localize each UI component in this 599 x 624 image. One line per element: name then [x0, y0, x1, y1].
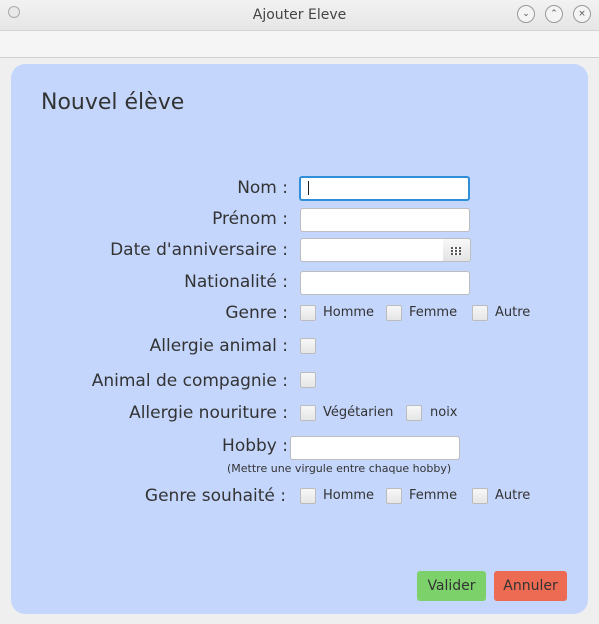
maximize-icon[interactable]: ⌃	[545, 5, 563, 23]
genre-souhaite-label: Genre souhaité :	[144, 486, 286, 506]
hobby-hint: (Mettre une virgule entre chaque hobby)	[227, 462, 452, 475]
title-bar: Ajouter Eleve ⌄ ⌃ ×	[0, 0, 599, 31]
genre-femme-label: Femme	[409, 305, 458, 320]
genre-femme-checkbox[interactable]	[386, 305, 402, 321]
souhaite-femme-checkbox[interactable]	[386, 488, 402, 504]
genre-homme-label: Homme	[323, 305, 375, 320]
text-caret	[308, 181, 309, 195]
souhaite-homme-checkbox[interactable]	[300, 488, 316, 504]
genre-label: Genre :	[225, 303, 288, 323]
allergie-animal-label: Allergie animal :	[149, 336, 288, 356]
page-title: Nouvel élève	[41, 90, 185, 115]
nationalite-label: Nationalité :	[184, 272, 288, 292]
genre-autre-label: Autre	[495, 305, 531, 320]
animal-compagnie-checkbox[interactable]	[300, 372, 316, 388]
annuler-button[interactable]: Annuler	[494, 571, 567, 601]
allergie-animal-checkbox[interactable]	[300, 338, 316, 354]
menu-bar	[0, 31, 599, 58]
prenom-input[interactable]	[300, 208, 470, 232]
souhaite-femme-label: Femme	[409, 488, 458, 503]
date-label: Date d'anniversaire :	[110, 240, 288, 260]
animal-compagnie-label: Animal de compagnie :	[91, 371, 288, 391]
date-picker-button[interactable]	[443, 238, 471, 262]
nationalite-input[interactable]	[300, 271, 470, 295]
nom-label: Nom :	[237, 178, 288, 198]
vegetarien-checkbox[interactable]	[300, 405, 316, 421]
date-input[interactable]	[300, 238, 444, 262]
minimize-icon[interactable]: ⌄	[517, 5, 535, 23]
prenom-label: Prénom :	[212, 209, 288, 229]
window-title: Ajouter Eleve	[252, 7, 347, 23]
souhaite-homme-label: Homme	[323, 488, 375, 503]
souhaite-autre-checkbox[interactable]	[472, 488, 488, 504]
calendar-icon	[451, 246, 461, 255]
genre-autre-checkbox[interactable]	[472, 305, 488, 321]
allergie-nourriture-label: Allergie nouriture :	[129, 403, 288, 423]
form-panel: Nouvel élève Nom : Prénom : Date d'anniv…	[11, 64, 588, 614]
souhaite-autre-label: Autre	[495, 488, 531, 503]
hobby-input[interactable]	[290, 436, 460, 460]
noix-label: noix	[430, 405, 458, 420]
hobby-label: Hobby :	[222, 436, 288, 456]
close-icon[interactable]: ×	[573, 5, 591, 23]
noix-checkbox[interactable]	[406, 405, 422, 421]
vegetarien-label: Végétarien	[323, 405, 394, 420]
valider-button[interactable]: Valider	[417, 571, 486, 601]
genre-homme-checkbox[interactable]	[300, 305, 316, 321]
nom-input[interactable]	[299, 176, 470, 201]
